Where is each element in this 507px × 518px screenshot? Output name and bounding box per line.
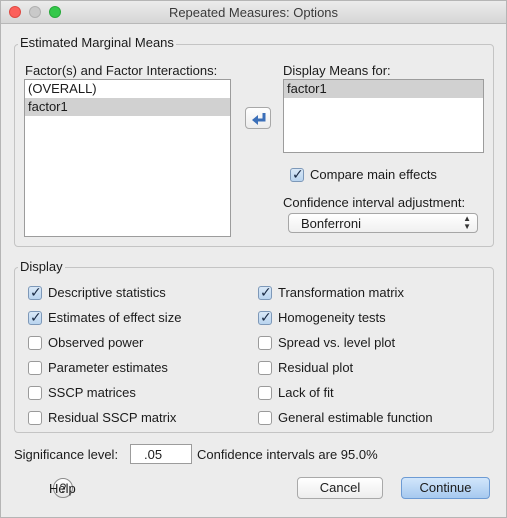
checkbox-label: Compare main effects	[310, 167, 437, 182]
list-item[interactable]: factor1	[284, 80, 483, 98]
checkbox-label: Parameter estimates	[48, 360, 168, 375]
list-item[interactable]: (OVERALL)	[25, 80, 230, 98]
factors-label: Factor(s) and Factor Interactions:	[25, 63, 218, 78]
select-arrows-icon: ▲ ▼	[463, 214, 471, 231]
significance-value: .05	[144, 447, 163, 462]
checkmark-icon: ✓	[260, 309, 272, 325]
checkbox-box[interactable]: ✓	[290, 166, 304, 182]
help-button[interactable]: Help	[49, 481, 76, 496]
checkbox-label: Descriptive statistics	[48, 285, 166, 300]
continue-button[interactable]: Continue	[401, 477, 490, 499]
checkbox-box[interactable]	[28, 336, 42, 350]
checkbox-label: Lack of fit	[278, 385, 334, 400]
checkbox-box[interactable]: ✓	[28, 309, 42, 325]
ci-adjustment-select[interactable]: Bonferroni ▲ ▼	[288, 213, 478, 233]
checkbox-box[interactable]	[258, 336, 272, 350]
significance-input[interactable]: .05	[130, 444, 192, 464]
checkmark-icon: ✓	[260, 284, 272, 300]
options-dialog: Repeated Measures: Options Estimated Mar…	[0, 0, 507, 518]
checkmark-icon: ✓	[30, 284, 42, 300]
checkbox-label: General estimable function	[278, 410, 433, 425]
checkbox-box[interactable]: ✓	[28, 284, 42, 300]
cancel-button[interactable]: Cancel	[297, 477, 383, 499]
checkbox-label: SSCP matrices	[48, 385, 136, 400]
checkbox-label: Residual plot	[278, 360, 354, 375]
checkbox-label: Transformation matrix	[278, 285, 404, 300]
checkbox-box[interactable]	[258, 411, 272, 425]
window-title: Repeated Measures: Options	[168, 5, 339, 20]
confidence-interval-text: Confidence intervals are 95.0%	[197, 447, 378, 462]
title-bar: Repeated Measures: Options	[1, 1, 506, 24]
display-group-legend: Display	[18, 259, 65, 274]
ci-adjustment-value: Bonferroni	[301, 216, 361, 231]
checkmark-icon: ✓	[292, 166, 304, 182]
checkbox-label: Estimates of effect size	[48, 310, 182, 325]
move-arrow-icon	[252, 113, 266, 125]
checkbox-box[interactable]	[258, 361, 272, 375]
list-item[interactable]: factor1	[25, 98, 230, 116]
checkbox-box[interactable]	[28, 361, 42, 375]
factors-listbox[interactable]: (OVERALL) factor1	[24, 79, 231, 237]
checkbox-label: Homogeneity tests	[278, 310, 386, 325]
checkbox-label: Residual SSCP matrix	[48, 410, 177, 425]
significance-label: Significance level:	[14, 447, 119, 462]
checkbox-box[interactable]	[28, 386, 42, 400]
ci-adjustment-label: Confidence interval adjustment:	[283, 195, 466, 210]
checkbox-box[interactable]	[28, 411, 42, 425]
checkmark-icon: ✓	[30, 309, 42, 325]
checkbox-box[interactable]: ✓	[258, 284, 272, 300]
move-to-display-button[interactable]	[245, 107, 271, 129]
emm-group-legend: Estimated Marginal Means	[18, 35, 176, 50]
checkbox-label: Observed power	[48, 335, 144, 350]
display-means-listbox[interactable]: factor1	[283, 79, 484, 153]
checkbox-label: Spread vs. level plot	[278, 335, 396, 350]
display-means-label: Display Means for:	[283, 63, 391, 78]
checkbox-box[interactable]: ✓	[258, 309, 272, 325]
checkbox-box[interactable]	[258, 386, 272, 400]
